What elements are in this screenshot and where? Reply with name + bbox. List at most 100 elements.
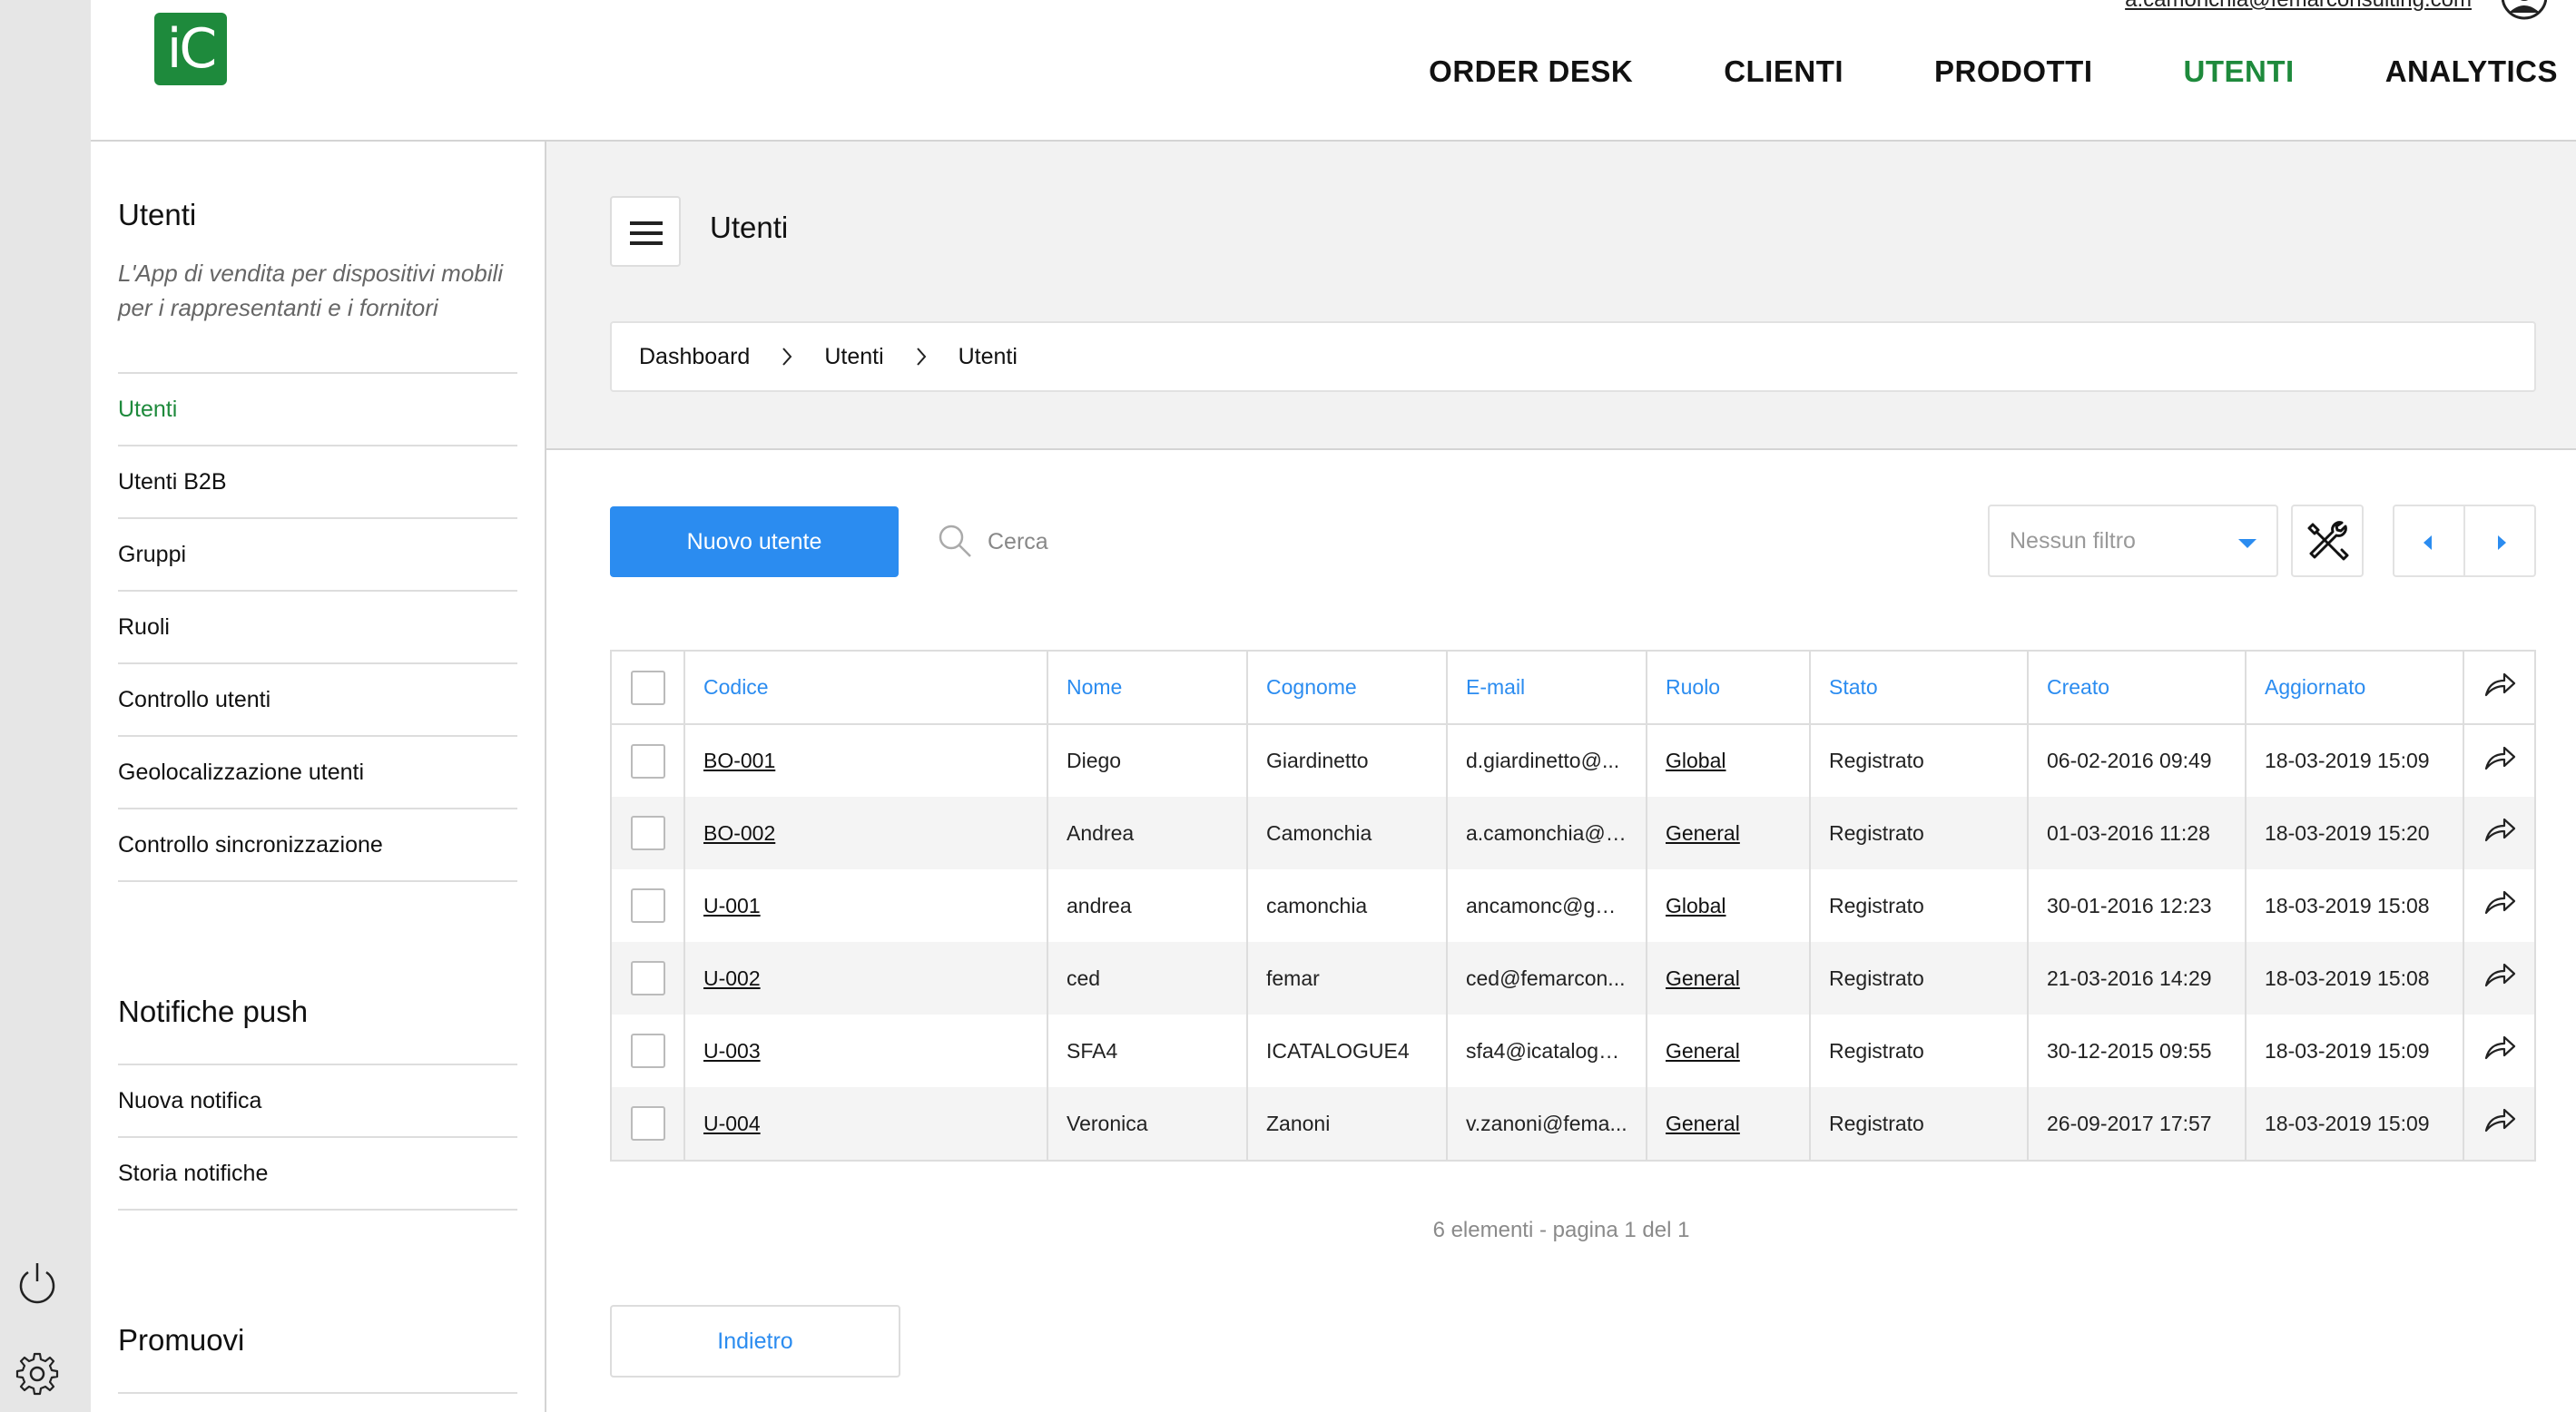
sidebar-item-utenti[interactable]: Utenti: [118, 374, 517, 446]
table-header-row: Codice Nome Cognome E-mail Ruolo Stato C…: [612, 652, 2534, 725]
avatar-icon[interactable]: [2502, 0, 2547, 20]
table-row[interactable]: U-002 ced femar ced@femarcon... General Regis…: [612, 942, 2534, 1015]
share-icon[interactable]: [2463, 942, 2534, 1015]
search-box: [937, 519, 1300, 564]
row-checkbox[interactable]: [630, 1106, 665, 1141]
row-checkbox[interactable]: [630, 816, 665, 850]
nav-clienti[interactable]: CLIENTI: [1724, 54, 1844, 96]
sidebar-item-ruoli[interactable]: Ruoli: [118, 592, 517, 664]
cell-cognome: ICATALOGUE4: [1247, 1015, 1448, 1087]
hamburger-icon[interactable]: [610, 196, 681, 267]
sidebar-item-utenti-b2b[interactable]: Utenti B2B: [118, 446, 517, 519]
share-icon[interactable]: [2463, 724, 2534, 797]
back-button[interactable]: Indietro: [610, 1305, 900, 1378]
cell-cognome: femar: [1247, 942, 1448, 1015]
sidebar-list-utenti: Utenti Utenti B2B Gruppi Ruoli Controllo…: [118, 372, 517, 882]
filter-select[interactable]: Nessun filtro: [1988, 505, 2278, 577]
cell-codice-link[interactable]: U-001: [703, 894, 761, 917]
pagination-summary: 6 elementi - pagina 1 del 1: [1432, 1218, 1690, 1242]
table-row[interactable]: BO-002 Andrea Camonchia a.camonchia@f... Gen…: [612, 797, 2534, 869]
cell-ruolo-link[interactable]: General: [1666, 966, 1740, 990]
share-icon[interactable]: [2463, 652, 2534, 725]
cell-nome: Diego: [1047, 724, 1248, 797]
cell-codice-link[interactable]: BO-001: [703, 749, 775, 772]
top-header: iC a.camonchia@femarconsulting.com ORDER…: [91, 0, 2576, 142]
row-checkbox-cell: [612, 869, 685, 942]
cell-codice-link[interactable]: BO-002: [703, 821, 775, 845]
cell-cognome: camonchia: [1247, 869, 1448, 942]
cell-email: ancamonc@gm...: [1447, 869, 1647, 942]
sidebar-item-controllo-sincronizzazione[interactable]: Controllo sincronizzazione: [118, 809, 517, 882]
cell-nome: Veronica: [1047, 1087, 1248, 1160]
sidebar-item-geolocalizzazione[interactable]: Geolocalizzazione utenti: [118, 737, 517, 809]
cell-stato: Registrato: [1810, 1015, 2029, 1087]
cell-aggiornato: 18-03-2019 15:09: [2246, 724, 2464, 797]
share-icon[interactable]: [2463, 797, 2534, 869]
table-row[interactable]: U-003 SFA4 ICATALOGUE4 sfa4@icatalogu... Gen…: [612, 1015, 2534, 1087]
col-header-ruolo[interactable]: Ruolo: [1647, 652, 1811, 725]
table-row[interactable]: BO-001 Diego Giardinetto d.giardinetto@... G…: [612, 724, 2534, 797]
cell-email: d.giardinetto@...: [1447, 724, 1647, 797]
next-page-button[interactable]: [2465, 506, 2534, 575]
col-header-codice[interactable]: Codice: [684, 652, 1048, 725]
app-logo[interactable]: iC: [154, 13, 227, 85]
search-input[interactable]: [988, 519, 1296, 564]
row-checkbox-cell: [612, 942, 685, 1015]
nav-prodotti[interactable]: PRODOTTI: [1934, 54, 2093, 96]
gear-icon[interactable]: [14, 1350, 61, 1397]
cell-ruolo-link[interactable]: General: [1666, 821, 1740, 845]
share-icon[interactable]: [2463, 1087, 2534, 1160]
new-user-button[interactable]: Nuovo utente: [610, 506, 899, 577]
cell-cognome: Zanoni: [1247, 1087, 1448, 1160]
breadcrumb-item-dashboard[interactable]: Dashboard: [639, 344, 750, 370]
col-header-creato[interactable]: Creato: [2028, 652, 2247, 725]
nav-utenti[interactable]: UTENTI: [2184, 54, 2295, 96]
col-header-nome[interactable]: Nome: [1047, 652, 1248, 725]
sidebar-item-controllo-utenti[interactable]: Controllo utenti: [118, 664, 517, 737]
sidebar-description: L'App di vendita per dispositivi mobili …: [118, 260, 504, 321]
sidebar-item-storia-notifiche[interactable]: Storia notifiche: [118, 1138, 517, 1211]
cell-ruolo-link[interactable]: General: [1666, 1039, 1740, 1063]
nav-analytics[interactable]: ANALYTICS: [2385, 54, 2558, 96]
user-email-link[interactable]: a.camonchia@femarconsulting.com: [2125, 0, 2472, 13]
breadcrumb-item-current: Utenti: [958, 343, 1018, 369]
table-row[interactable]: U-004 Veronica Zanoni v.zanoni@fema... Gener…: [612, 1087, 2534, 1160]
row-checkbox[interactable]: [630, 743, 665, 779]
tools-icon[interactable]: [2291, 505, 2364, 577]
prev-page-button[interactable]: [2394, 506, 2465, 575]
cell-ruolo-link[interactable]: Global: [1666, 749, 1726, 772]
nav-order-desk[interactable]: ORDER DESK: [1429, 54, 1633, 96]
cell-codice: BO-001: [684, 724, 1048, 797]
caret-down-icon: [2238, 539, 2256, 548]
main-nav: ORDER DESK CLIENTI PRODOTTI UTENTI ANALY…: [1338, 54, 2576, 96]
cell-ruolo-link[interactable]: General: [1666, 1112, 1740, 1135]
sidebar-item-gruppi[interactable]: Gruppi: [118, 519, 517, 592]
cell-stato: Registrato: [1810, 942, 2029, 1015]
share-icon[interactable]: [2463, 869, 2534, 942]
cell-codice-link[interactable]: U-003: [703, 1039, 761, 1063]
cell-codice-link[interactable]: U-004: [703, 1112, 761, 1135]
sidebar-section-title-promuovi: Promuovi: [118, 1323, 245, 1357]
cell-email: ced@femarcon...: [1447, 942, 1647, 1015]
breadcrumb-item-utenti[interactable]: Utenti: [824, 344, 883, 370]
row-checkbox[interactable]: [630, 1034, 665, 1068]
cell-stato: Registrato: [1810, 1087, 2029, 1160]
col-header-email[interactable]: E-mail: [1447, 652, 1647, 725]
sidebar-item-nuova-notifica[interactable]: Nuova notifica: [118, 1065, 517, 1138]
row-checkbox[interactable]: [630, 961, 665, 995]
share-icon[interactable]: [2463, 1015, 2534, 1087]
cell-ruolo-link[interactable]: Global: [1666, 894, 1726, 917]
col-header-stato[interactable]: Stato: [1810, 652, 2029, 725]
select-all-checkbox[interactable]: [630, 670, 665, 705]
page-header-zone: Utenti Dashboard Utenti Utenti: [546, 142, 2576, 450]
cell-creato: 26-09-2017 17:57: [2028, 1087, 2247, 1160]
cell-email: v.zanoni@fema...: [1447, 1087, 1647, 1160]
table-row[interactable]: U-001 andrea camonchia ancamonc@gm... Global…: [612, 869, 2534, 942]
power-icon[interactable]: [14, 1260, 61, 1307]
col-header-aggiornato[interactable]: Aggiornato: [2246, 652, 2464, 725]
row-checkbox[interactable]: [630, 888, 665, 923]
col-header-cognome[interactable]: Cognome: [1247, 652, 1448, 725]
cell-codice-link[interactable]: U-002: [703, 966, 761, 990]
cell-aggiornato: 18-03-2019 15:08: [2246, 869, 2464, 942]
chevron-right-icon: [782, 348, 792, 366]
